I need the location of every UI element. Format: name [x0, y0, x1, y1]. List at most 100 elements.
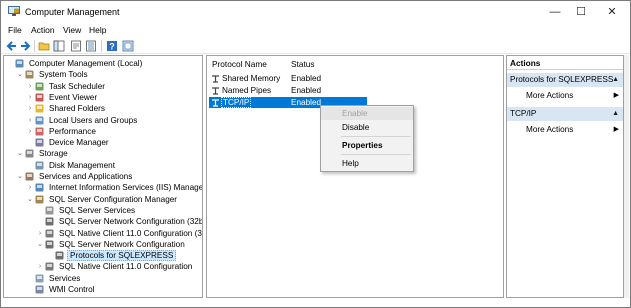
- sql-services-icon: [45, 206, 54, 215]
- computer-management-icon: [8, 6, 20, 16]
- console-tree: Computer Management (Local) ⌄ System Tools…: [3, 55, 203, 298]
- show-hide-tree-icon[interactable]: [53, 40, 65, 52]
- context-menu-disable[interactable]: Disable: [321, 121, 413, 134]
- protocol-name: TCP/IP: [221, 97, 252, 108]
- context-menu-enable[interactable]: Enable: [321, 107, 413, 120]
- menu-help[interactable]: Help: [89, 25, 106, 35]
- tree-item-label: Protocols for SQLEXPRESS: [67, 250, 177, 262]
- tree-item-label: SQL Server Network Configuration: [59, 239, 185, 249]
- services-icon: [35, 274, 44, 283]
- expanded-chevron-icon[interactable]: ⌄: [16, 69, 24, 80]
- view-icon[interactable]: [122, 40, 134, 52]
- toolbar: ?: [1, 38, 630, 54]
- computer-icon: [15, 59, 24, 68]
- expanded-chevron-icon[interactable]: ⌄: [16, 148, 24, 159]
- sql-config-icon: [35, 195, 44, 204]
- protocol-icon: [212, 75, 219, 83]
- collapsed-chevron-icon[interactable]: ›: [26, 182, 34, 193]
- collapsed-chevron-icon[interactable]: ›: [26, 103, 34, 114]
- more-actions-tcp-ip[interactable]: More Actions ▶: [507, 123, 623, 136]
- expanded-chevron-icon[interactable]: ⌄: [26, 194, 34, 205]
- tree-item-label: SQL Server Configuration Manager: [49, 194, 178, 204]
- tree-item-label: Local Users and Groups: [49, 115, 138, 125]
- tree-item-label: System Tools: [39, 70, 88, 80]
- context-menu-help[interactable]: Help: [321, 157, 413, 170]
- actions-pane: Actions Protocols for SQLEXPRESS ▲ More …: [506, 55, 624, 298]
- more-actions-protocols[interactable]: More Actions ▶: [507, 89, 623, 102]
- back-arrow-icon[interactable]: [6, 40, 18, 52]
- collapse-up-icon[interactable]: ▲: [612, 73, 619, 87]
- collapsed-chevron-icon[interactable]: ›: [26, 115, 34, 126]
- users-icon: [35, 116, 44, 124]
- tools-icon: [25, 70, 34, 79]
- more-actions-label: More Actions: [526, 125, 574, 134]
- native-client-icon: [45, 262, 54, 271]
- storage-icon: [25, 149, 34, 158]
- window-title: Computer Management: [25, 7, 120, 17]
- tree-item-label: SQL Server Network Configuration (32bit): [59, 217, 203, 227]
- clock-icon: [35, 82, 44, 91]
- column-header-protocol-name[interactable]: Protocol Name: [212, 59, 267, 71]
- help-icon[interactable]: ?: [106, 40, 118, 52]
- protocol-row-shared-memory[interactable]: Shared Memory Enabled: [209, 73, 367, 84]
- actions-section-tcp-ip[interactable]: TCP/IP ▲: [507, 107, 623, 121]
- collapsed-chevron-icon[interactable]: ›: [36, 261, 44, 272]
- tree-item-label: Storage: [39, 149, 68, 159]
- context-menu-separator: [341, 136, 411, 137]
- expanded-chevron-icon[interactable]: ⌄: [36, 239, 44, 250]
- tree-item-label: Services: [49, 273, 81, 283]
- tree-item-label: SQL Native Client 11.0 Configuration (32…: [59, 228, 203, 238]
- context-menu-separator: [341, 154, 411, 155]
- protocol-name: Shared Memory: [222, 74, 281, 83]
- tree-item-label: WMI Control: [49, 285, 95, 294]
- network-config-icon: [45, 217, 54, 226]
- submenu-arrow-icon: ▶: [613, 92, 619, 99]
- protocols-icon: [55, 251, 64, 260]
- forward-arrow-icon[interactable]: [19, 40, 31, 52]
- tree-item-label: Shared Folders: [49, 104, 105, 114]
- properties-icon[interactable]: [70, 40, 82, 52]
- protocol-status: Enabled: [291, 86, 322, 95]
- collapse-up-icon[interactable]: ▲: [612, 107, 619, 121]
- collapsed-chevron-icon[interactable]: ›: [26, 92, 34, 103]
- context-menu-properties[interactable]: Properties: [321, 139, 413, 152]
- toolbar-separator: [34, 40, 35, 52]
- tree-item-label: Event Viewer: [49, 92, 98, 102]
- disk-icon: [35, 161, 44, 170]
- export-list-icon[interactable]: [85, 40, 97, 52]
- menu-file[interactable]: File: [8, 25, 22, 35]
- wmi-icon: [35, 285, 44, 294]
- actions-section-title: Protocols for SQLEXPRESS: [510, 75, 614, 84]
- services-apps-icon: [25, 172, 34, 181]
- protocol-status: Enabled: [291, 74, 322, 83]
- computer-management-window: Computer Management — ☐ ✕ File Action Vi…: [0, 0, 631, 308]
- tree-item-label: Services and Applications: [39, 172, 133, 181]
- actions-section-title: TCP/IP: [510, 109, 537, 118]
- tree-item-label: SQL Native Client 11.0 Configuration: [59, 262, 193, 272]
- device-manager-icon: [35, 138, 44, 147]
- menu-view[interactable]: View: [63, 25, 81, 35]
- tree-item-label: Task Scheduler: [49, 81, 105, 91]
- more-actions-label: More Actions: [526, 91, 574, 100]
- expanded-chevron-icon[interactable]: ⌄: [16, 171, 24, 182]
- tree-item-label: Internet Information Services (IIS) Mana…: [49, 183, 203, 193]
- collapsed-chevron-icon[interactable]: ›: [26, 81, 34, 92]
- native-client-icon: [45, 229, 54, 237]
- protocol-row-named-pipes[interactable]: Named Pipes Enabled: [209, 85, 367, 96]
- toolbar-separator: [101, 40, 102, 52]
- event-viewer-icon: [35, 93, 44, 102]
- title-bar: Computer Management — ☐ ✕: [1, 1, 630, 23]
- tree-item-label: Disk Management: [49, 160, 115, 170]
- actions-section-protocols[interactable]: Protocols for SQLEXPRESS ▲: [507, 73, 623, 87]
- collapsed-chevron-icon[interactable]: ›: [36, 228, 44, 239]
- protocol-icon: [212, 99, 219, 107]
- close-button[interactable]: ✕: [592, 1, 631, 23]
- collapsed-chevron-icon[interactable]: ›: [26, 126, 34, 137]
- context-menu: Enable Disable Properties Help: [320, 105, 414, 172]
- shared-folder-icon: [35, 104, 44, 113]
- menu-bar: File Action View Help: [1, 23, 630, 38]
- menu-action[interactable]: Action: [31, 25, 55, 35]
- column-header-status[interactable]: Status: [291, 59, 315, 71]
- folder-up-icon[interactable]: [38, 40, 50, 52]
- iis-icon: [35, 183, 44, 192]
